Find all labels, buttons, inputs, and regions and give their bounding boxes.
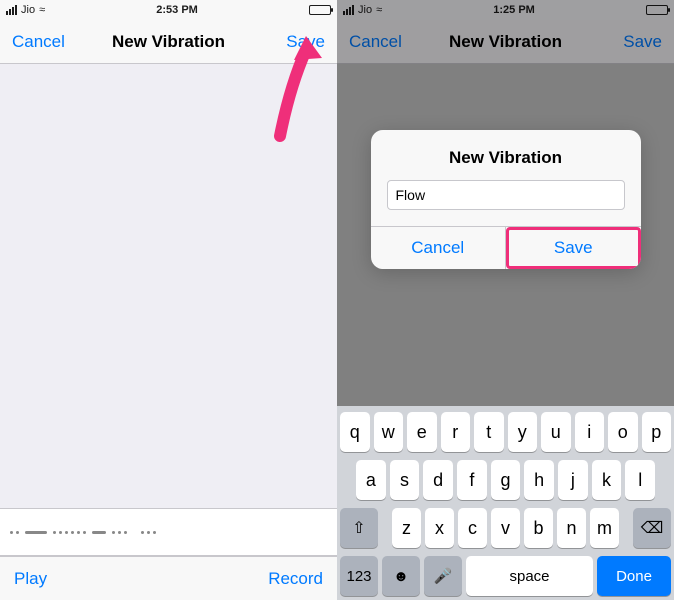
key-h[interactable]: h <box>524 460 554 500</box>
nav-bar: Cancel New Vibration Save <box>337 20 674 64</box>
key-t[interactable]: t <box>474 412 504 452</box>
key-i[interactable]: i <box>575 412 605 452</box>
save-button[interactable]: Save <box>623 32 662 52</box>
cancel-button[interactable]: Cancel <box>12 32 65 52</box>
name-vibration-dialog: New Vibration Cancel Save <box>371 130 641 269</box>
key-b[interactable]: b <box>524 508 553 548</box>
dialog-cancel-button[interactable]: Cancel <box>371 227 507 269</box>
dialog-title: New Vibration <box>371 130 641 180</box>
key-v[interactable]: v <box>491 508 520 548</box>
nav-bar: Cancel New Vibration Save <box>0 20 337 64</box>
key-k[interactable]: k <box>592 460 622 500</box>
key-space[interactable]: space <box>466 556 593 596</box>
key-done[interactable]: Done <box>597 556 671 596</box>
key-numbers[interactable]: 123 <box>340 556 378 596</box>
clock: 2:53 PM <box>156 4 198 16</box>
emoji-icon: ☻ <box>393 568 409 585</box>
battery-icon <box>646 5 668 15</box>
key-j[interactable]: j <box>558 460 588 500</box>
carrier-label: Jio <box>21 4 35 16</box>
key-dictation[interactable]: 🎤 <box>424 556 462 596</box>
status-bar: Jio ≈ 2:53 PM <box>0 0 337 20</box>
key-g[interactable]: g <box>491 460 521 500</box>
screen-right: Jio ≈ 1:25 PM Cancel New Vibration Save … <box>337 0 674 600</box>
key-emoji[interactable]: ☻ <box>382 556 420 596</box>
key-z[interactable]: z <box>392 508 421 548</box>
key-n[interactable]: n <box>557 508 586 548</box>
key-f[interactable]: f <box>457 460 487 500</box>
signal-icon <box>343 5 354 15</box>
dialog-save-button[interactable]: Save <box>506 227 641 269</box>
mic-icon: 🎤 <box>434 567 453 585</box>
bottom-toolbar: Play Record <box>0 556 337 600</box>
key-q[interactable]: q <box>340 412 370 452</box>
play-button[interactable]: Play <box>14 569 47 589</box>
key-a[interactable]: a <box>356 460 386 500</box>
save-button[interactable]: Save <box>286 32 325 52</box>
key-w[interactable]: w <box>374 412 404 452</box>
vibration-name-input[interactable] <box>387 180 625 210</box>
signal-icon <box>6 5 17 15</box>
clock: 1:25 PM <box>493 4 535 16</box>
wifi-icon: ≈ <box>39 4 45 16</box>
key-r[interactable]: r <box>441 412 471 452</box>
record-button[interactable]: Record <box>268 569 323 589</box>
key-y[interactable]: y <box>508 412 538 452</box>
cancel-button[interactable]: Cancel <box>349 32 402 52</box>
key-d[interactable]: d <box>423 460 453 500</box>
key-shift[interactable]: ⇧ <box>340 508 378 548</box>
key-u[interactable]: u <box>541 412 571 452</box>
battery-icon <box>309 5 331 15</box>
key-p[interactable]: p <box>642 412 672 452</box>
carrier-label: Jio <box>358 4 372 16</box>
key-s[interactable]: s <box>390 460 420 500</box>
key-c[interactable]: c <box>458 508 487 548</box>
key-x[interactable]: x <box>425 508 454 548</box>
key-m[interactable]: m <box>590 508 619 548</box>
screen-left: Jio ≈ 2:53 PM Cancel New Vibration Save … <box>0 0 337 600</box>
wifi-icon: ≈ <box>376 4 382 16</box>
key-o[interactable]: o <box>608 412 638 452</box>
key-l[interactable]: l <box>625 460 655 500</box>
key-backspace[interactable]: ⌫ <box>633 508 671 548</box>
vibration-waveform <box>0 508 337 556</box>
ios-keyboard: qwertyuiop asdfghjkl ⇧ zxcvbnm ⌫ 123 ☻ 🎤 s… <box>337 406 674 600</box>
key-e[interactable]: e <box>407 412 437 452</box>
status-bar: Jio ≈ 1:25 PM <box>337 0 674 20</box>
vibration-canvas[interactable] <box>0 64 337 556</box>
